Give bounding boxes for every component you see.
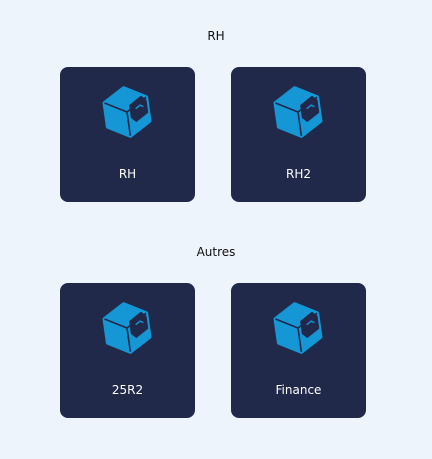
cube-icon: [273, 302, 323, 354]
app-tile-rh[interactable]: RH: [60, 67, 195, 202]
app-tile-25r2[interactable]: 25R2: [60, 283, 195, 418]
cube-icon: [273, 86, 323, 138]
app-tile-label: RH2: [286, 167, 311, 181]
app-tile-label: Finance: [275, 383, 322, 397]
app-tile-label: RH: [118, 167, 137, 181]
app-tile-label: 25R2: [111, 383, 144, 397]
app-tile-finance[interactable]: Finance: [231, 283, 366, 418]
cube-icon: [102, 86, 152, 138]
cube-icon: [102, 302, 152, 354]
section-title-rh: RH: [207, 29, 225, 43]
section-title-autres: Autres: [196, 245, 236, 259]
app-tile-rh2[interactable]: RH2: [231, 67, 366, 202]
